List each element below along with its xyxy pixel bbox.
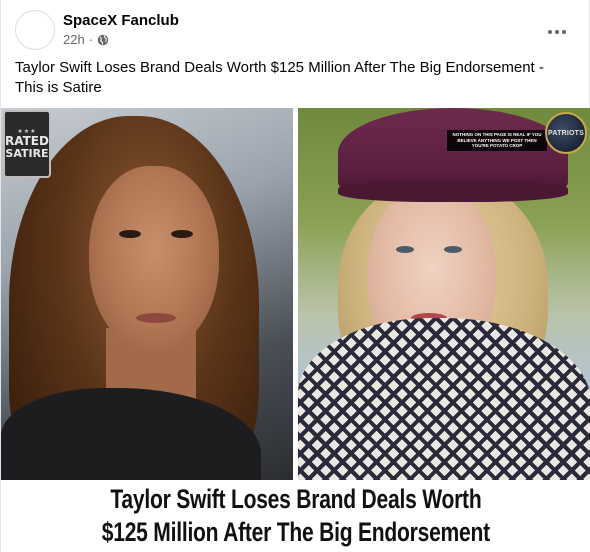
right-photo-eye: [444, 246, 462, 253]
patriots-logo-text: PATRIOTS: [548, 129, 584, 137]
right-photo-eye: [396, 246, 414, 253]
headline-line-1: Taylor Swift Loses Brand Deals Worth: [110, 484, 482, 514]
headline-line-2: $125 Million After The Big Endorsement: [101, 517, 491, 547]
satire-disclaimer: NOTHING ON THIS PAGE IS REAL IF YOU BELI…: [447, 130, 547, 151]
left-photo-face: [89, 166, 219, 351]
more-options-icon: [548, 30, 552, 34]
meta-separator: ·: [88, 32, 94, 47]
rated-satire-badge: ★★★ RATED SATIRE: [3, 110, 51, 178]
patriots-logo: PATRIOTS: [545, 112, 587, 154]
globe-icon: [97, 34, 109, 45]
feed-post: SpaceX Fanclub 22h · Taylor Swift Loses …: [0, 0, 590, 552]
right-photo-coat: [298, 318, 590, 480]
post-caption: Taylor Swift Loses Brand Deals Worth $12…: [15, 59, 544, 96]
badge-satire-text: SATIRE: [5, 147, 49, 160]
right-photo: NOTHING ON THIS PAGE IS REAL IF YOU BELI…: [298, 108, 590, 480]
left-photo-eye: [171, 230, 193, 238]
more-dot: [562, 30, 566, 34]
left-photo: ★★★ RATED SATIRE: [1, 108, 293, 480]
post-header: SpaceX Fanclub 22h ·: [15, 8, 575, 52]
post-timestamp[interactable]: 22h: [63, 32, 85, 47]
post-image[interactable]: ★★★ RATED SATIRE NOTHING ON THIS PAGE IS…: [1, 108, 590, 552]
more-dot: [555, 30, 559, 34]
left-photo-eye: [119, 230, 141, 238]
page-avatar[interactable]: [15, 10, 55, 50]
post-meta: 22h ·: [63, 32, 109, 47]
post-author[interactable]: SpaceX Fanclub: [63, 12, 179, 29]
more-options-button[interactable]: [539, 14, 575, 50]
right-photo-hat-brim: [338, 180, 568, 202]
image-headline: Taylor Swift Loses Brand Deals Worth $12…: [1, 480, 590, 552]
left-photo-lips: [136, 313, 176, 323]
